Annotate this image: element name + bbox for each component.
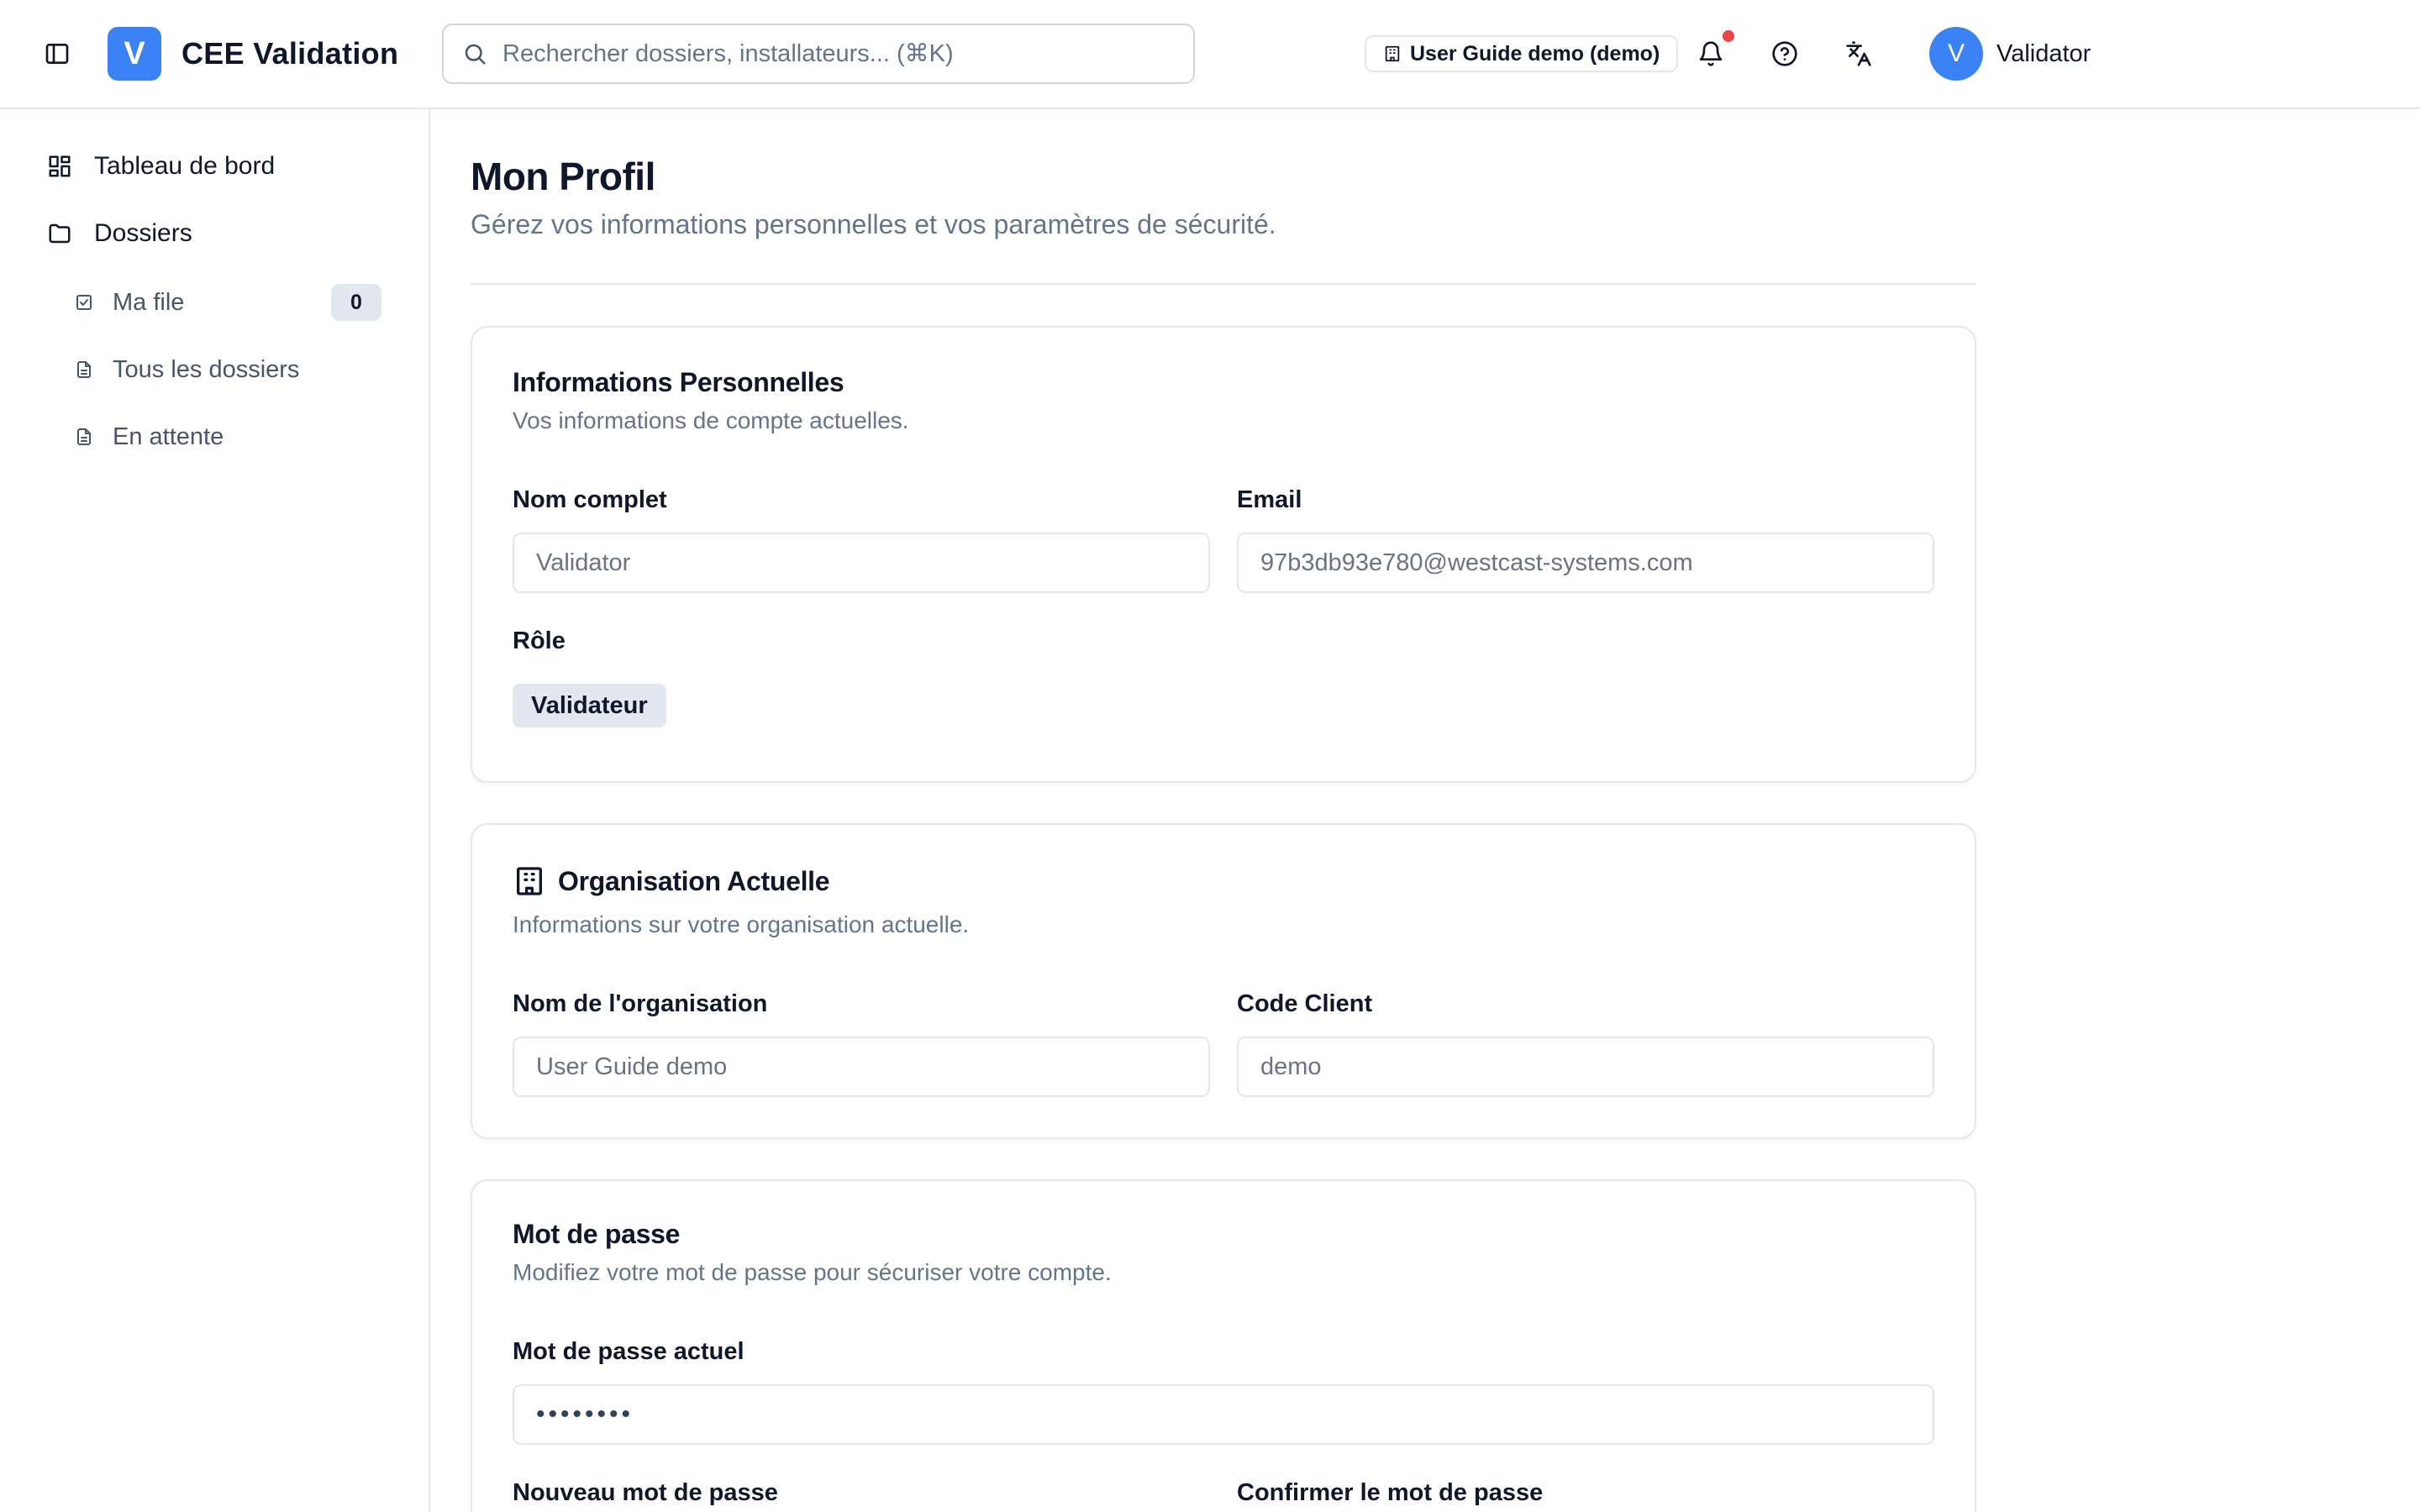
card-title: Mot de passe	[513, 1219, 681, 1249]
sidebar-item-label: Tableau de bord	[94, 152, 276, 180]
sidebar-item-label: Tous les dossiers	[113, 355, 300, 383]
sidebar-toggle-icon	[45, 44, 69, 64]
sidebar-item-en-attente[interactable]: En attente	[74, 417, 224, 457]
app-logo[interactable]: V	[108, 27, 161, 81]
dashboard-icon	[49, 155, 71, 177]
building-icon	[1385, 45, 1400, 62]
sidebar-item-dashboard[interactable]: Tableau de bord	[47, 146, 275, 186]
help-button[interactable]	[1765, 34, 1805, 74]
role-label: Rôle	[513, 627, 566, 654]
sidebar-item-label: En attente	[113, 423, 224, 450]
document-icon	[77, 361, 91, 378]
organization-switcher[interactable]: User Guide demo (demo)	[1365, 35, 1679, 72]
sidebar-item-tous-les-dossiers[interactable]: Tous les dossiers	[74, 349, 299, 390]
translate-icon	[1846, 41, 1871, 66]
full-name-label: Nom complet	[513, 486, 667, 513]
sidebar-toggle-button[interactable]	[40, 37, 74, 71]
help-circle-icon	[1772, 41, 1797, 66]
role-badge: Validateur	[513, 684, 666, 727]
building-icon	[517, 867, 542, 895]
current-password-label: Mot de passe actuel	[513, 1338, 744, 1365]
user-name[interactable]: Validator	[1996, 37, 2091, 71]
email-field[interactable]	[1237, 533, 1934, 593]
personal-info-card: Informations Personnelles Vos informatio…	[471, 326, 1976, 783]
card-description: Informations sur votre organisation actu…	[513, 911, 970, 937]
email-label: Email	[1237, 486, 1302, 513]
document-icon	[77, 428, 91, 445]
language-button[interactable]	[1839, 34, 1879, 74]
client-code-label: Code Client	[1237, 990, 1373, 1017]
notification-dot	[1723, 30, 1734, 42]
organization-name-field[interactable]	[513, 1037, 1210, 1097]
avatar[interactable]: V	[1929, 27, 1983, 81]
organization-badge-label: User Guide demo (demo)	[1410, 41, 1660, 66]
queue-count-badge: 0	[331, 284, 381, 321]
top-header: V CEE Validation User Guide demo (demo) …	[0, 0, 2420, 109]
card-description: Vos informations de compte actuelles.	[513, 407, 909, 433]
full-name-field[interactable]	[513, 533, 1210, 593]
folder-icon	[49, 223, 71, 244]
card-header: Organisation Actuelle	[513, 864, 830, 899]
sidebar-item-ma-file[interactable]: Ma file	[74, 282, 184, 323]
sidebar: Tableau de bord Dossiers Ma file 0 Tous …	[0, 109, 430, 1512]
bell-icon	[1699, 41, 1723, 66]
search-input[interactable]	[502, 39, 1192, 68]
card-title: Informations Personnelles	[513, 367, 844, 397]
current-password-field[interactable]	[513, 1384, 1934, 1445]
search-bar[interactable]	[442, 24, 1195, 84]
sidebar-item-dossiers[interactable]: Dossiers	[47, 213, 192, 254]
checkbox-icon	[76, 295, 92, 310]
card-title: Organisation Actuelle	[558, 866, 830, 896]
organization-name-label: Nom de l'organisation	[513, 990, 768, 1017]
page-title: Mon Profil	[471, 155, 655, 198]
search-icon	[465, 44, 486, 65]
page-subtitle: Gérez vos informations personnelles et v…	[471, 209, 1276, 239]
card-description: Modifiez votre mot de passe pour sécuris…	[513, 1259, 1112, 1285]
organization-card: Organisation Actuelle Informations sur v…	[471, 823, 1976, 1139]
password-card: Mot de passe Modifiez votre mot de passe…	[471, 1179, 1976, 1512]
sidebar-item-label: Dossiers	[94, 219, 192, 247]
client-code-field[interactable]	[1237, 1037, 1934, 1097]
confirm-password-label: Confirmer le mot de passe	[1237, 1479, 1544, 1506]
new-password-label: Nouveau mot de passe	[513, 1479, 778, 1506]
divider	[471, 283, 1976, 285]
app-title[interactable]: CEE Validation	[182, 34, 398, 74]
sidebar-item-label: Ma file	[113, 288, 185, 316]
